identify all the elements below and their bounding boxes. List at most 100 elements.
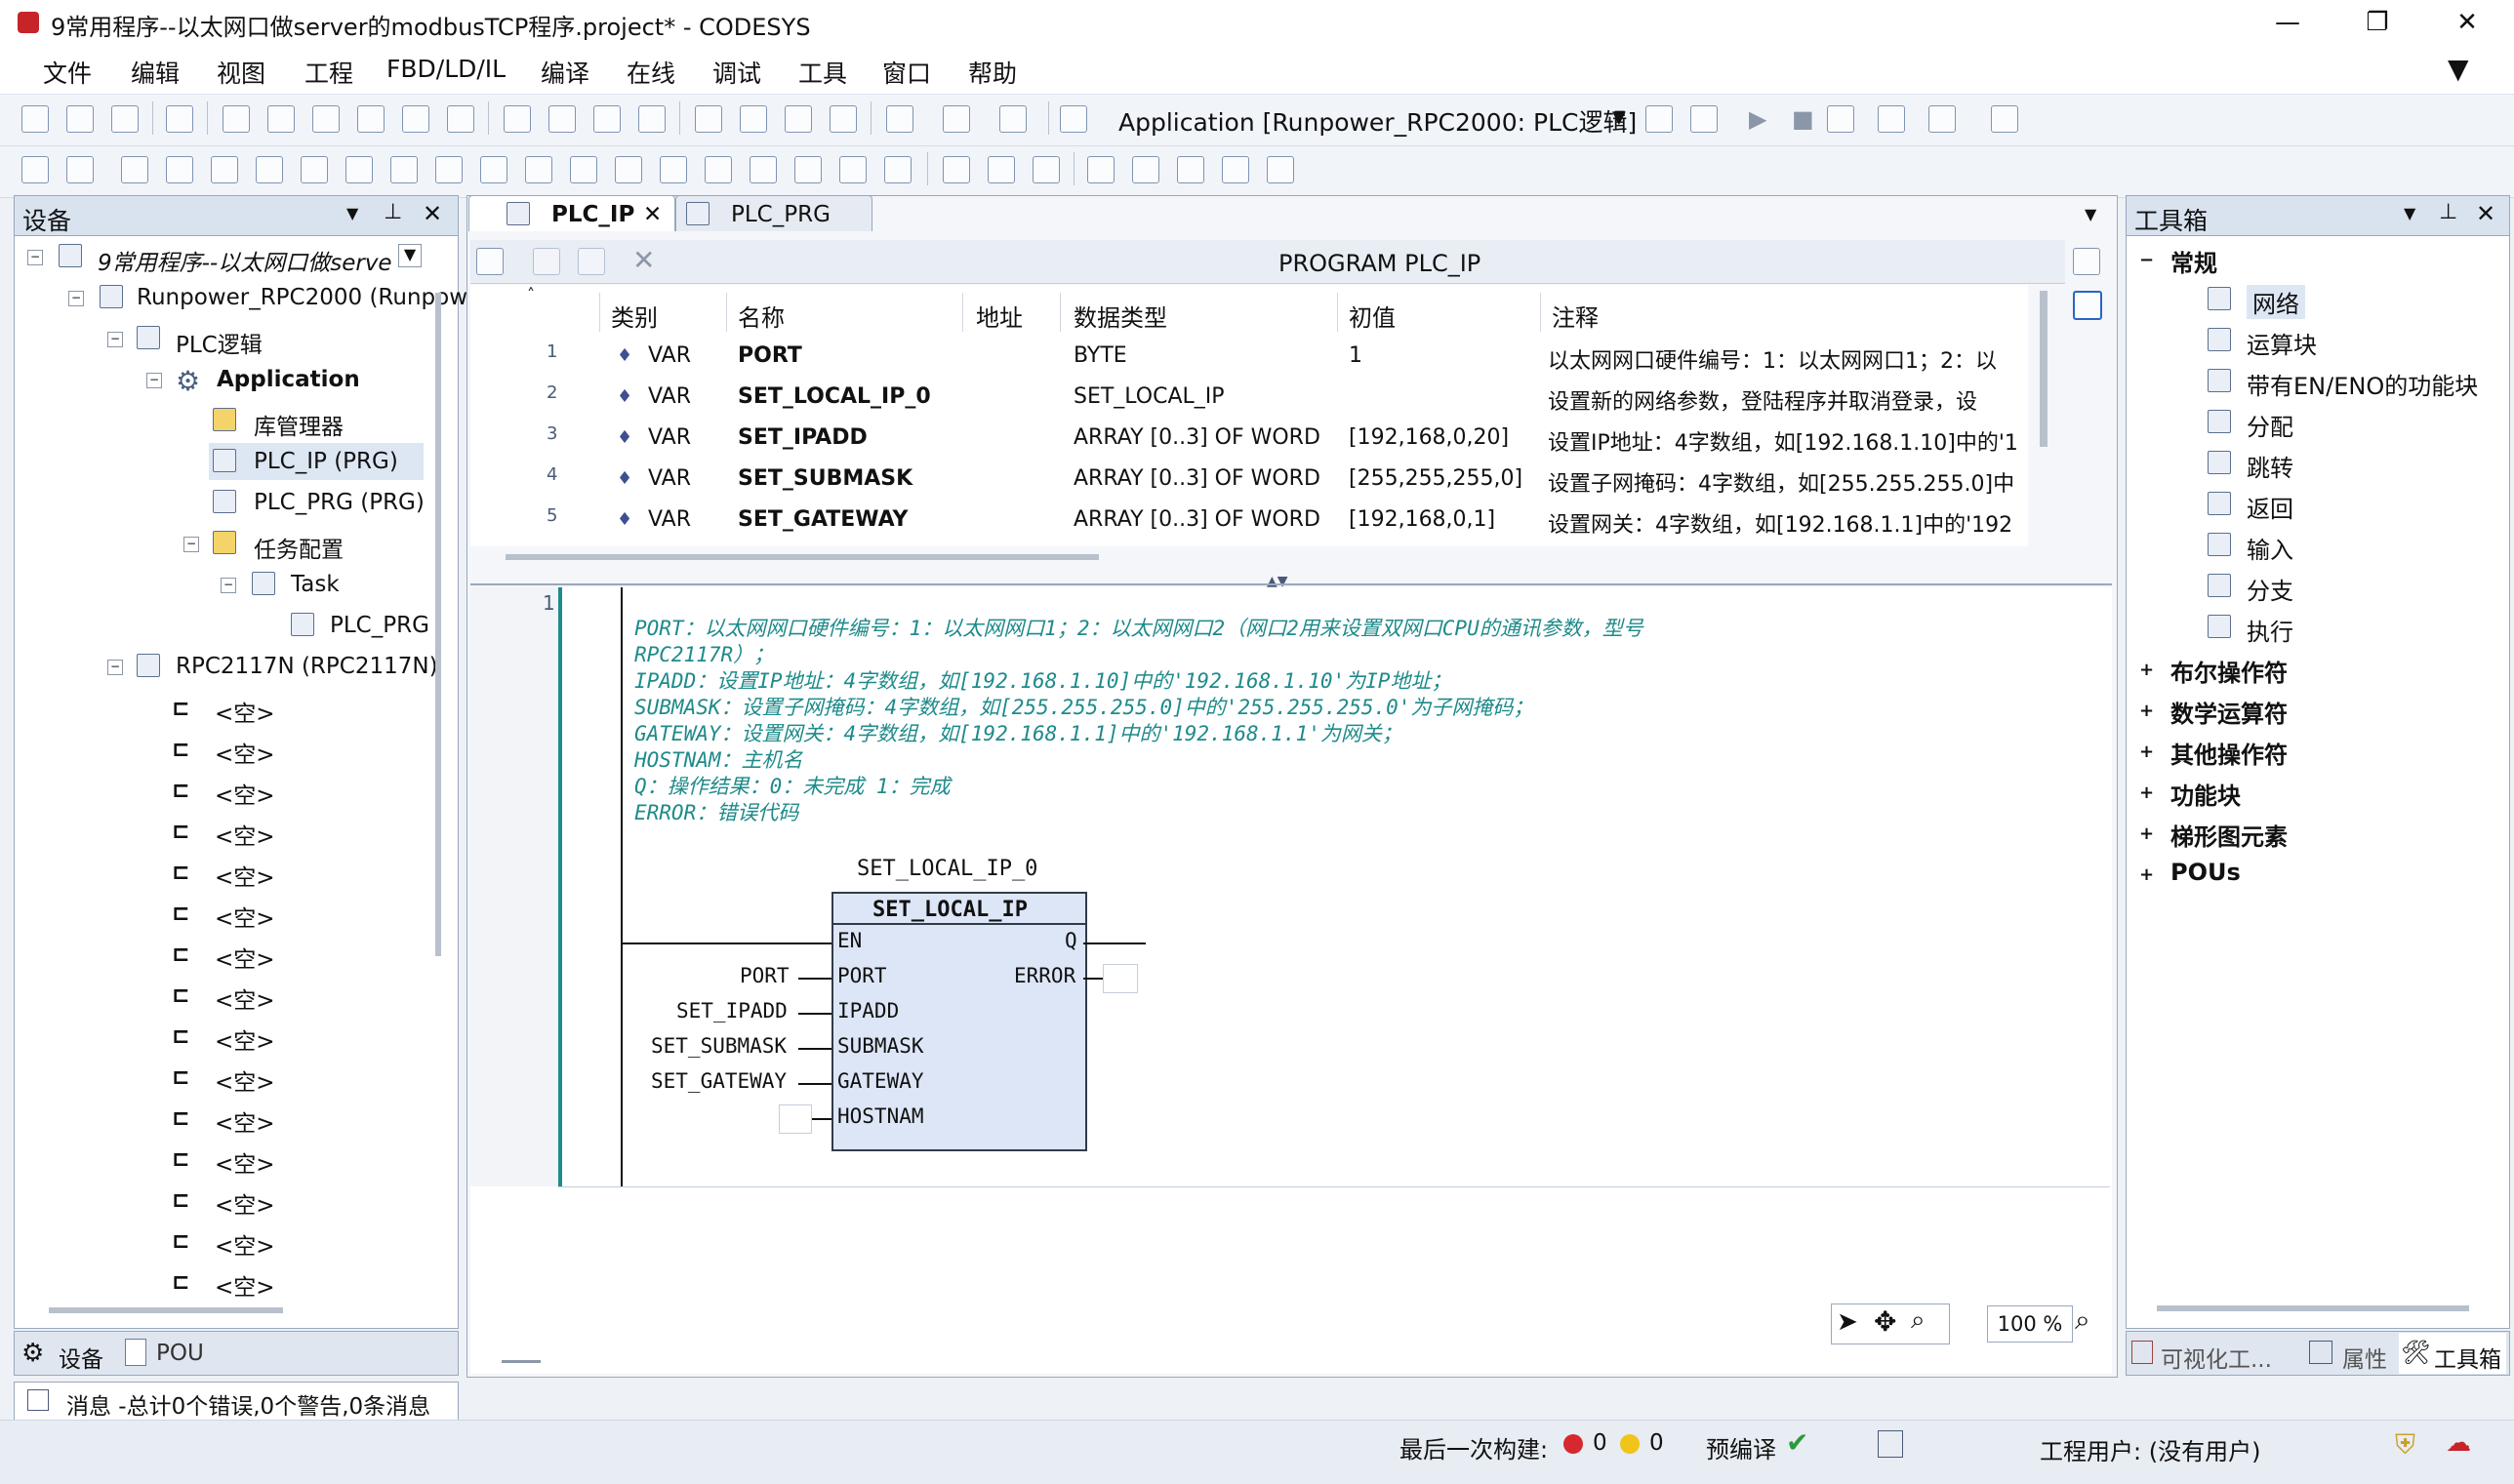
parallel-branch-icon[interactable] (1177, 156, 1204, 183)
column-header-init[interactable]: 初值 (1349, 299, 1396, 333)
variable-comment[interactable]: 设置网关：4字数组，如[192.168.1.1]中的'192 (1548, 507, 2030, 539)
variable-comment[interactable]: 设置新的网络参数，登陆程序并取消登录，设 (1548, 384, 2030, 416)
tab-pou[interactable]: POU (156, 1341, 204, 1366)
tree-collapse-toggle[interactable]: − (27, 250, 43, 265)
variable-comment[interactable]: 设置IP地址：4字数组，如[192.168.1.10]中的'1 (1548, 425, 2030, 457)
step-over-icon[interactable] (1928, 105, 1956, 133)
tab-plc-ip[interactable]: PLC_IP ✕ (468, 195, 675, 231)
menu-help[interactable]: 帮助 (968, 55, 1017, 90)
toolbox-horizontal-scrollbar[interactable] (2157, 1305, 2469, 1311)
move-down-icon[interactable] (578, 248, 605, 275)
toolbox-group[interactable]: 功能块 (2170, 777, 2241, 811)
toolbox-item[interactable]: 分配 (2247, 408, 2293, 442)
tab-toolbox[interactable]: 工具箱 (2434, 1341, 2501, 1374)
tree-item-application[interactable]: Application (217, 367, 360, 392)
new-file-icon[interactable] (21, 105, 49, 133)
set-reset-icon[interactable] (1033, 156, 1060, 183)
minimize-button[interactable]: — (2241, 0, 2334, 47)
fb-input-pin[interactable]: SUBMASK (837, 1034, 924, 1058)
column-header-datatype[interactable]: 数据类型 (1074, 299, 1167, 333)
reset-icon[interactable] (1827, 105, 1854, 133)
variable-datatype[interactable]: ARRAY [0..3] OF WORD (1074, 507, 1320, 532)
copy-icon[interactable] (357, 105, 385, 133)
toolbox-group[interactable]: 其他操作符 (2170, 736, 2288, 770)
tree-item-empty-slot[interactable]: <空> (215, 941, 275, 974)
toolbox-item[interactable]: 返回 (2247, 490, 2293, 524)
tree-collapse-toggle[interactable]: − (107, 332, 123, 347)
insert-assignment-icon[interactable] (121, 156, 148, 183)
tree-item-empty-slot[interactable]: <空> (215, 1145, 275, 1179)
editor-splitter[interactable] (470, 583, 2112, 585)
fb-input-pin[interactable]: HOSTNAM (837, 1104, 924, 1128)
find-replace-icon[interactable] (548, 105, 576, 133)
tab-visualization-toolbox[interactable]: 可视化工... (2161, 1341, 2272, 1374)
menu-fbd-ld-il[interactable]: FBD/LD/IL (386, 55, 506, 83)
toolbox-group-toggle[interactable]: + (2139, 742, 2154, 762)
insert-box-icon[interactable] (66, 156, 94, 183)
tree-item-empty-slot[interactable]: <空> (215, 1186, 275, 1220)
insert-box-en-icon[interactable] (525, 156, 552, 183)
variable-class[interactable]: VAR (648, 425, 691, 450)
toolbox-item[interactable]: 跳转 (2247, 449, 2293, 483)
tab-list-dropdown-icon[interactable]: ▼ (2085, 205, 2096, 223)
cloud-icon[interactable]: ☁ (2446, 1428, 2471, 1458)
variable-datatype[interactable]: ARRAY [0..3] OF WORD (1074, 466, 1320, 491)
menu-build[interactable]: 编译 (541, 55, 589, 90)
delete-icon[interactable] (447, 105, 474, 133)
delete-row-icon[interactable]: ✕ (632, 244, 655, 276)
pin-icon[interactable]: ⊥ (384, 200, 402, 224)
devices-horizontal-scrollbar[interactable] (49, 1307, 283, 1313)
insert-ladder-en-icon[interactable] (705, 156, 732, 183)
column-header-address[interactable]: 地址 (976, 299, 1023, 333)
devices-vertical-scrollbar[interactable] (435, 293, 441, 956)
menu-file[interactable]: 文件 (43, 55, 92, 90)
redo-icon[interactable] (267, 105, 295, 133)
save-icon[interactable] (111, 105, 139, 133)
variable-datatype[interactable]: ARRAY [0..3] OF WORD (1074, 425, 1320, 450)
textual-view-icon[interactable] (2073, 248, 2100, 275)
input-variable[interactable]: SET_SUBMASK (651, 1034, 787, 1058)
tree-item-empty-slot[interactable]: <空> (215, 1268, 275, 1302)
tree-collapse-toggle[interactable]: − (183, 537, 199, 552)
login-icon[interactable] (1645, 105, 1673, 133)
pin-icon[interactable]: ⊥ (2439, 200, 2457, 224)
security-shield-icon[interactable]: ⛨ (2395, 1428, 2415, 1462)
variable-class[interactable]: VAR (648, 466, 691, 491)
variable-name[interactable]: SET_IPADD (738, 425, 868, 450)
toolbox-group[interactable]: 梯形图元素 (2170, 818, 2288, 852)
fb-output-pin[interactable]: Q (1065, 929, 1077, 952)
variable-name[interactable]: SET_LOCAL_IP_0 (738, 384, 931, 409)
logout-icon[interactable] (1690, 105, 1718, 133)
variable-datatype[interactable]: BYTE (1074, 343, 1127, 368)
input-variable[interactable]: PORT (740, 964, 790, 987)
find-icon[interactable] (504, 105, 531, 133)
panel-menu-icon[interactable]: ▼ (2404, 204, 2415, 222)
clipboard-icon[interactable] (886, 105, 913, 133)
menu-tools[interactable]: 工具 (798, 55, 847, 90)
customize-dropdown-icon[interactable]: ▼ (2448, 53, 2469, 85)
toolbox-group[interactable]: 数学运算符 (2170, 695, 2288, 729)
variable-name[interactable]: SET_SUBMASK (738, 466, 912, 491)
device-status-icon[interactable] (1878, 1430, 1903, 1458)
variable-class[interactable]: VAR (648, 384, 691, 409)
insert-branch-icon[interactable] (884, 156, 912, 183)
toolbox-group-toggle[interactable]: + (2139, 823, 2154, 844)
fb-input-pin[interactable]: PORT (837, 964, 887, 987)
tree-item-empty-slot[interactable]: <空> (215, 1227, 275, 1261)
toolbox-item[interactable]: 分支 (2247, 572, 2293, 606)
insert-ladder-fb-icon[interactable] (660, 156, 687, 183)
insert-coil-branch-icon[interactable] (1267, 156, 1294, 183)
variable-name[interactable]: PORT (738, 343, 802, 368)
paste-icon[interactable] (402, 105, 429, 133)
tree-collapse-toggle[interactable]: − (107, 660, 123, 675)
toolbox-group-toggle[interactable]: + (2139, 660, 2154, 680)
variable-datatype[interactable]: SET_LOCAL_IP (1074, 384, 1225, 409)
zoom-options-icon[interactable]: ⌕ (2075, 1304, 2090, 1337)
tab-plc-prg[interactable]: PLC_PRG (675, 195, 872, 231)
variable-class[interactable]: VAR (648, 507, 691, 532)
tab-properties[interactable]: 属性 (2342, 1341, 2387, 1374)
insert-jump-icon[interactable] (750, 156, 777, 183)
toolbox-group-toggle[interactable]: + (2139, 701, 2154, 721)
fb-input-pin[interactable]: EN (837, 929, 862, 952)
tree-item-empty-slot[interactable]: <空> (215, 777, 275, 810)
